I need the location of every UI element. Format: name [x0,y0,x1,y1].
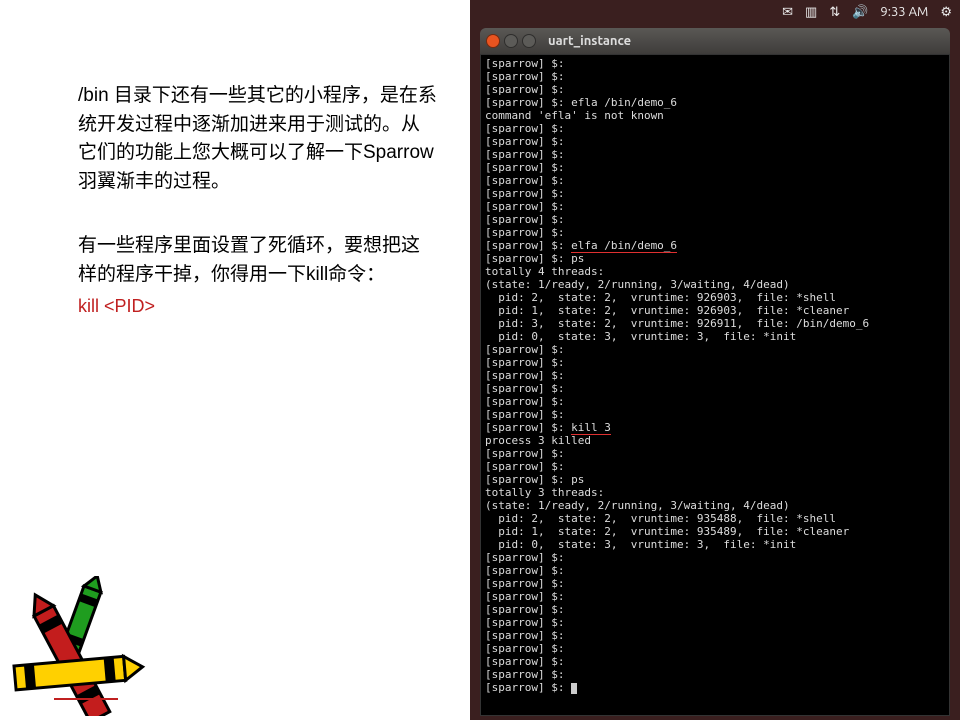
terminal-line: [sparrow] $: [485,564,945,577]
terminal-line: [sparrow] $: [485,200,945,213]
terminal-line: pid: 2, state: 2, vruntime: 926903, file… [485,291,945,304]
terminal-line: [sparrow] $: [485,642,945,655]
terminal-line: [sparrow] $: [485,57,945,70]
terminal-line: [sparrow] $: [485,122,945,135]
terminal-line: [sparrow] $: [485,616,945,629]
terminal-line: [sparrow] $: [485,408,945,421]
network-icon[interactable]: ⇅ [829,5,840,20]
terminal-line: [sparrow] $: [485,395,945,408]
terminal-line: pid: 1, state: 2, vruntime: 926903, file… [485,304,945,317]
gear-icon[interactable]: ⚙ [940,5,952,20]
terminal-line: command 'efla' is not known [485,109,945,122]
terminal-line: [sparrow] $: ps [485,473,945,486]
terminal-line: [sparrow] $: [485,655,945,668]
terminal-line: [sparrow] $: [485,447,945,460]
maximize-icon[interactable] [522,34,536,48]
volume-icon[interactable]: 🔊 [852,5,868,20]
terminal-line: [sparrow] $: [485,213,945,226]
terminal-line: [sparrow] $: [485,356,945,369]
terminal-line: [sparrow] $: [485,226,945,239]
terminal-line: (state: 1/ready, 2/running, 3/waiting, 4… [485,499,945,512]
close-icon[interactable] [486,34,500,48]
terminal-output[interactable]: [sparrow] $:[sparrow] $:[sparrow] $:[spa… [480,54,950,716]
terminal-line: process 3 killed [485,434,945,447]
terminal-line: [sparrow] $: [485,343,945,356]
terminal-line: [sparrow] $: [485,629,945,642]
paragraph-1: /bin 目录下还有一些其它的小程序，是在系统开发过程中逐渐加进来用于测试的。从… [78,82,438,196]
terminal-line: [sparrow] $: [485,577,945,590]
terminal-line: pid: 2, state: 2, vruntime: 935488, file… [485,512,945,525]
terminal-line: [sparrow] $: [485,590,945,603]
terminal-line: pid: 1, state: 2, vruntime: 935489, file… [485,525,945,538]
window-titlebar: uart_instance [480,28,950,54]
terminal-line: (state: 1/ready, 2/running, 3/waiting, 4… [485,278,945,291]
terminal-line: [sparrow] $: [485,460,945,473]
minimize-icon[interactable] [504,34,518,48]
terminal-line: [sparrow] $: [485,148,945,161]
terminal-line: [sparrow] $: kill 3 [485,421,945,434]
terminal-line: [sparrow] $: [485,369,945,382]
system-menubar: ✉ ▥ ⇅ 🔊 9:33 AM ⚙ [774,0,960,24]
terminal-line: [sparrow] $: [485,187,945,200]
terminal-line: pid: 0, state: 3, vruntime: 3, file: *in… [485,330,945,343]
terminal-line: [sparrow] $: ps [485,252,945,265]
terminal-cursor [571,683,577,694]
terminal-line: [sparrow] $: efla /bin/demo_6 [485,96,945,109]
terminal-line: [sparrow] $: [485,135,945,148]
desktop-screenshot: ✉ ▥ ⇅ 🔊 9:33 AM ⚙ uart_instance [sparrow… [470,0,960,720]
terminal-line: [sparrow] $: [485,174,945,187]
window-title: uart_instance [548,34,631,48]
terminal-line: pid: 0, state: 3, vruntime: 3, file: *in… [485,538,945,551]
terminal-line: [sparrow] $: [485,681,945,694]
battery-icon[interactable]: ▥ [805,5,817,20]
terminal-line: totally 3 threads: [485,486,945,499]
terminal-line: [sparrow] $: [485,70,945,83]
terminal-line: [sparrow] $: [485,603,945,616]
crayons-illustration [4,576,214,716]
clock[interactable]: 9:33 AM [880,5,928,19]
terminal-line: [sparrow] $: [485,83,945,96]
slide-body: /bin 目录下还有一些其它的小程序，是在系统开发过程中逐渐加进来用于测试的。从… [78,82,438,320]
terminal-line: pid: 3, state: 2, vruntime: 926911, file… [485,317,945,330]
terminal-line: [sparrow] $: [485,668,945,681]
mail-icon[interactable]: ✉ [782,5,793,20]
terminal-line: [sparrow] $: [485,161,945,174]
paragraph-2: 有一些程序里面设置了死循环，要想把这样的程序干掉，你得用一下kill命令： [78,232,438,289]
terminal-line: totally 4 threads: [485,265,945,278]
terminal-line: [sparrow] $: [485,382,945,395]
terminal-line: [sparrow] $: [485,551,945,564]
kill-command-example: kill <PID> [78,293,438,320]
terminal-line: [sparrow] $: elfa /bin/demo_6 [485,239,945,252]
